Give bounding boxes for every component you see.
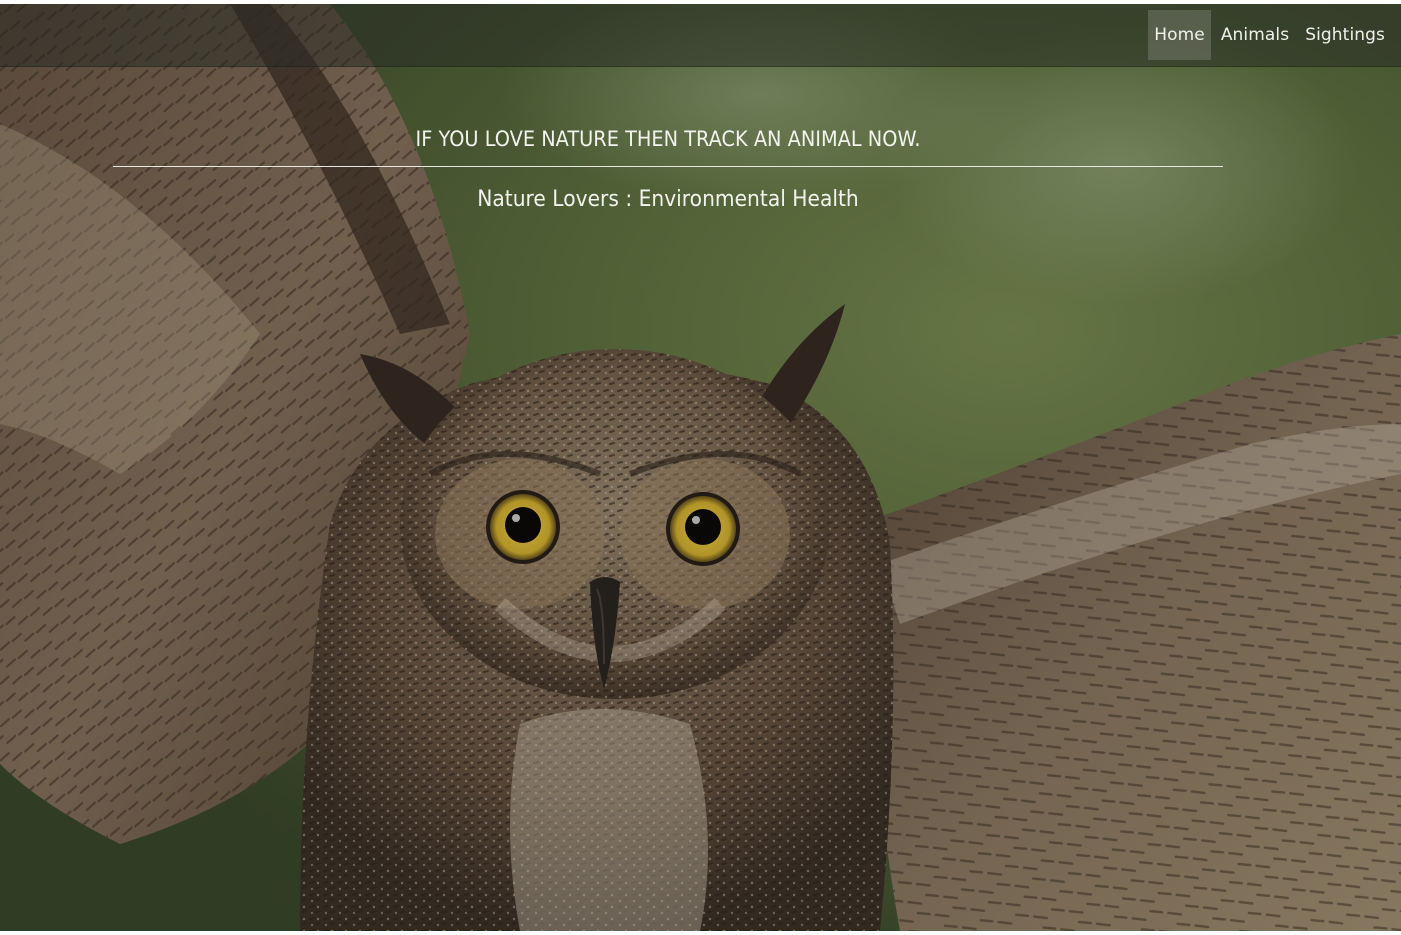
- page: Home Animals Sightings IF YOU LOVE NATUR…: [0, 0, 1401, 935]
- nav-link-sightings[interactable]: Sightings: [1299, 10, 1391, 60]
- nav-menu: Home Animals Sightings: [1144, 10, 1391, 60]
- hero-divider: [113, 166, 1223, 167]
- hero-tagline: IF YOU LOVE NATURE THEN TRACK AN ANIMAL …: [415, 127, 921, 151]
- hero-subtitle: Nature Lovers : Environmental Health: [477, 187, 859, 212]
- nav-link-home[interactable]: Home: [1148, 10, 1211, 60]
- bottom-border: [0, 931, 1401, 935]
- nav-link-animals[interactable]: Animals: [1215, 10, 1295, 60]
- top-border: [0, 0, 1401, 4]
- hero-text: IF YOU LOVE NATURE THEN TRACK AN ANIMAL …: [113, 122, 1223, 217]
- top-navbar: Home Animals Sightings: [0, 4, 1401, 67]
